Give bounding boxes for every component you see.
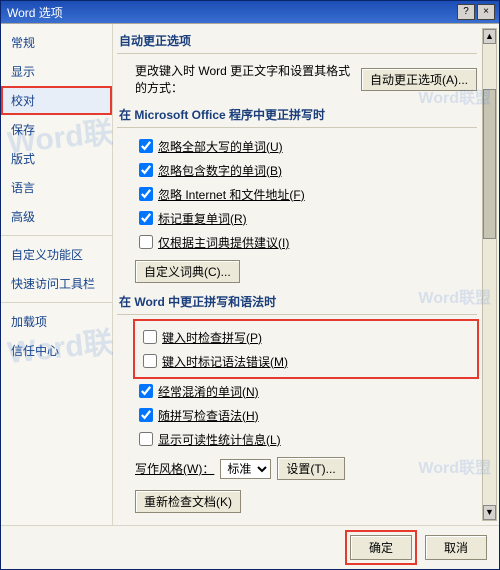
custom-dictionaries-button[interactable]: 自定义词典(C)... (135, 260, 240, 283)
scroll-up-icon[interactable]: ▲ (483, 29, 496, 44)
chk-main-dict-only[interactable] (139, 235, 153, 249)
label: 快速访问工具栏 (11, 277, 95, 291)
scrollbar[interactable]: ▲ ▼ (482, 28, 497, 521)
sidebar-item-trust-center[interactable]: 信任中心 (1, 336, 112, 365)
title-text: Word 选项 (5, 4, 455, 21)
sidebar-item-addins[interactable]: 加载项 (1, 307, 112, 336)
recheck-document-button[interactable]: 重新检查文档(K) (135, 490, 241, 513)
sidebar-item-qat[interactable]: 快速访问工具栏 (1, 269, 112, 298)
label: 版式 (11, 152, 35, 166)
chk-ignore-uppercase[interactable] (139, 139, 153, 153)
sidebar-item-language[interactable]: 语言 (1, 173, 112, 202)
label: 语言 (11, 181, 35, 195)
help-button[interactable]: ? (457, 4, 475, 20)
main-panel: 自动更正选项 更改键入时 Word 更正文字和设置其格式的方式： 自动更正选项(… (113, 24, 499, 525)
title-bar: Word 选项 ? × (1, 1, 499, 23)
dialog-word-options: Word 选项 ? × 常规 显示 校对 保存 版式 语言 高级 自定义功能区 … (0, 0, 500, 570)
label: 信任中心 (11, 344, 59, 358)
divider (1, 235, 112, 236)
sidebar: 常规 显示 校对 保存 版式 语言 高级 自定义功能区 快速访问工具栏 加载项 … (1, 24, 113, 525)
section-office-spelling: 在 Microsoft Office 程序中更正拼写时 (117, 98, 477, 128)
label: 保存 (11, 123, 35, 137)
label: 仅根据主词典提供建议(I) (158, 234, 289, 251)
highlight-box-spellcheck: 键入时检查拼写(P) 键入时标记语法错误(M) (135, 321, 477, 377)
label: 显示可读性统计信息(L) (158, 431, 281, 448)
sidebar-item-save[interactable]: 保存 (1, 115, 112, 144)
footer: 确定 取消 (1, 525, 499, 569)
autocorrect-options-button[interactable]: 自动更正选项(A)... (361, 68, 477, 91)
label: 随拼写检查语法(H) (158, 407, 259, 424)
chk-confused-words[interactable] (139, 384, 153, 398)
label: 忽略 Internet 和文件地址(F) (158, 186, 305, 203)
chk-readability-stats[interactable] (139, 432, 153, 446)
chk-check-spelling-as-type[interactable] (143, 330, 157, 344)
sidebar-item-advanced[interactable]: 高级 (1, 202, 112, 231)
label: 常规 (11, 36, 35, 50)
chk-ignore-internet[interactable] (139, 187, 153, 201)
chk-flag-repeated[interactable] (139, 211, 153, 225)
label: 高级 (11, 210, 35, 224)
label: 键入时检查拼写(P) (162, 329, 262, 346)
sidebar-item-customize-ribbon[interactable]: 自定义功能区 (1, 240, 112, 269)
chk-grammar-with-spelling[interactable] (139, 408, 153, 422)
label: 加载项 (11, 315, 47, 329)
close-button[interactable]: × (477, 4, 495, 20)
label: 忽略包含数字的单词(B) (158, 162, 282, 179)
label: 标记重复单词(R) (158, 210, 247, 227)
sidebar-item-display[interactable]: 显示 (1, 57, 112, 86)
label: 校对 (11, 94, 35, 108)
ok-button[interactable]: 确定 (350, 535, 412, 560)
writing-style-select[interactable]: 标准 (220, 459, 271, 479)
divider (1, 302, 112, 303)
dialog-body: 常规 显示 校对 保存 版式 语言 高级 自定义功能区 快速访问工具栏 加载项 … (1, 23, 499, 525)
label: 忽略全部大写的单词(U) (158, 138, 283, 155)
sidebar-item-proofing[interactable]: 校对 (1, 86, 112, 115)
writing-style-label: 写作风格(W)： (135, 460, 214, 477)
scroll-thumb[interactable] (483, 89, 496, 239)
scroll-down-icon[interactable]: ▼ (483, 505, 496, 520)
sidebar-item-layout[interactable]: 版式 (1, 144, 112, 173)
writing-style-settings-button[interactable]: 设置(T)... (277, 457, 344, 480)
label: 键入时标记语法错误(M) (162, 353, 288, 370)
label: 经常混淆的单词(N) (158, 383, 259, 400)
section-exceptions: 例外项(X)： W 网站金字塔结构.docx (117, 515, 477, 521)
ok-highlight: 确定 (347, 532, 415, 563)
label: 显示 (11, 65, 35, 79)
chk-mark-grammar-as-type[interactable] (143, 354, 157, 368)
chk-ignore-numbers[interactable] (139, 163, 153, 177)
cancel-button[interactable]: 取消 (425, 535, 487, 560)
sidebar-item-general[interactable]: 常规 (1, 28, 112, 57)
scroll-pane: 自动更正选项 更改键入时 Word 更正文字和设置其格式的方式： 自动更正选项(… (117, 24, 481, 521)
autocorrect-prefix: 更改键入时 Word 更正文字和设置其格式的方式： (135, 62, 361, 96)
autocorrect-row: 更改键入时 Word 更正文字和设置其格式的方式： 自动更正选项(A)... (117, 60, 477, 98)
label: 自定义功能区 (11, 248, 83, 262)
section-autocorrect: 自动更正选项 (117, 24, 477, 54)
section-word-spelling: 在 Word 中更正拼写和语法时 (117, 285, 477, 315)
